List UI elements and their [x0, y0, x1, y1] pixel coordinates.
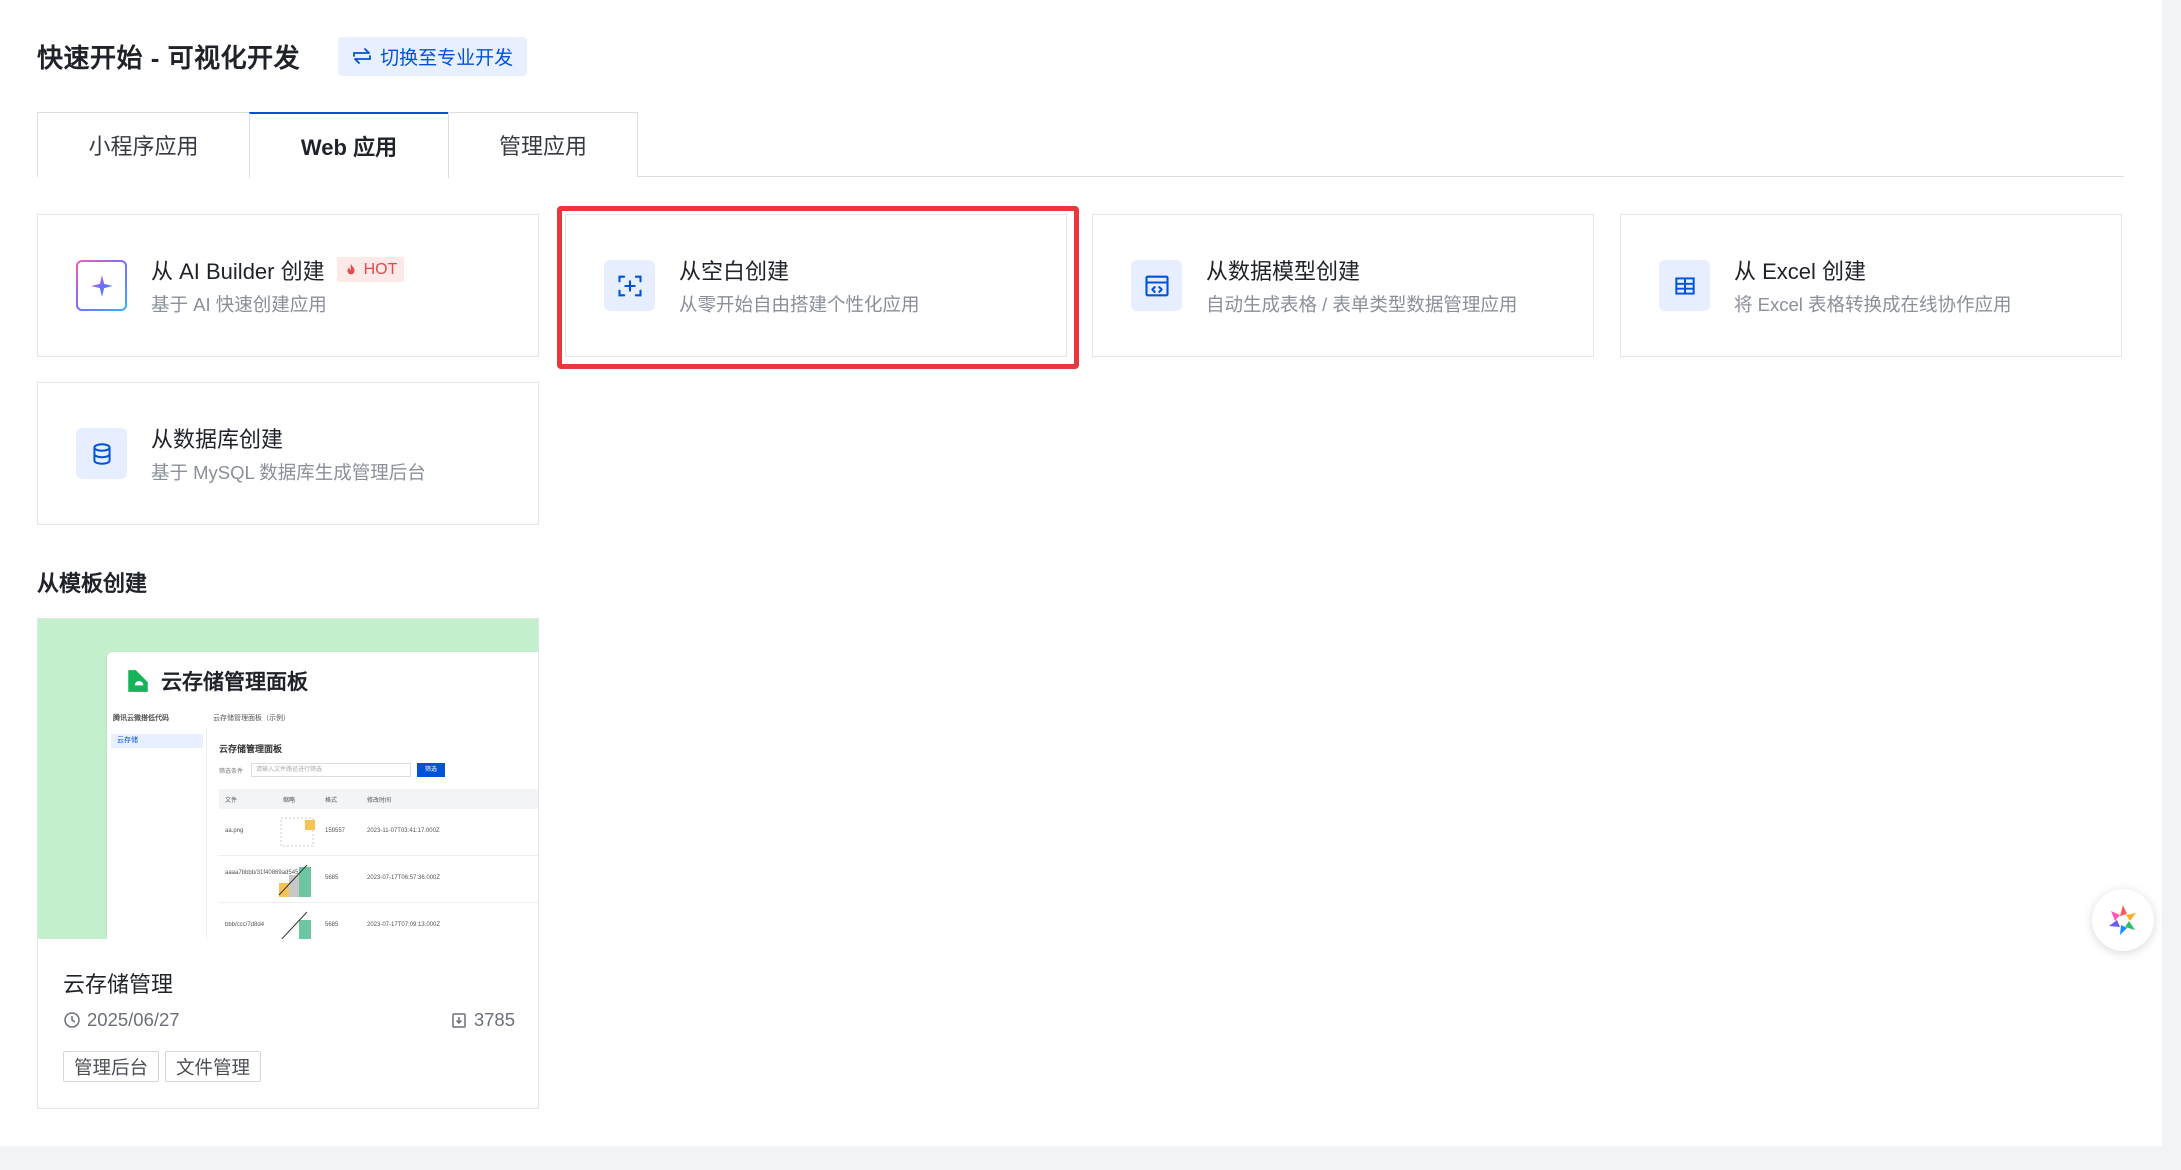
page: 快速开始 - 可视化开发 切换至专业开发 小程序应用 Web 应用 管理应用 从…	[0, 0, 2162, 1146]
app-logo-icon	[128, 670, 148, 692]
download-icon	[452, 1013, 466, 1028]
preview-table-row: aaaa7bbbb/31f40869ad545... 5685 2023-07-…	[219, 857, 538, 903]
card-title: 从数据库创建	[151, 426, 284, 452]
preview-table-row: bbb/ccc/7d8d4 5685 2023-07-17T07:09:13.0…	[219, 904, 538, 939]
flame-icon	[347, 263, 355, 274]
switch-label: 切换至专业开发	[380, 47, 514, 69]
template-thumbnail: 云存储管理面板 腾讯云微搭低代码 云存储管理面板（示例） 云存储 云存储管理面板…	[38, 619, 538, 939]
app-type-tabs: 小程序应用 Web 应用 管理应用	[37, 112, 2124, 178]
data-model-icon	[1131, 260, 1182, 311]
tag[interactable]: 文件管理	[165, 1051, 262, 1082]
header: 快速开始 - 可视化开发 切换至专业开发	[37, 36, 528, 76]
create-from-blank-card[interactable]: 从空白创建 从零开始自由搭建个性化应用	[565, 214, 1067, 357]
page-title: 快速开始 - 可视化开发	[37, 42, 301, 73]
card-title: 从 AI Builder 创建	[151, 258, 325, 284]
template-date: 2025/06/27	[87, 1009, 180, 1030]
card-title: 从数据模型创建	[1206, 258, 1361, 284]
preview-table-row: aa.png 159557 2023-11-07T03:41:17.000Z	[219, 810, 538, 856]
clock-icon	[64, 1012, 80, 1028]
tab-admin-app[interactable]: 管理应用	[448, 112, 638, 177]
card-title: 从 Excel 创建	[1734, 258, 1867, 284]
create-from-excel-card[interactable]: 从 Excel 创建 将 Excel 表格转换成在线协作应用	[1620, 214, 2122, 357]
preview-sidebar-item: 云存储	[111, 734, 203, 748]
card-desc: 自动生成表格 / 表单类型数据管理应用	[1206, 293, 1518, 315]
thumbnail-image	[281, 911, 311, 939]
card-desc: 基于 AI 快速创建应用	[151, 293, 327, 315]
preview-topbar: 腾讯云微搭低代码 云存储管理面板（示例）	[113, 715, 290, 722]
sparkle-icon	[76, 260, 127, 311]
database-icon	[76, 428, 127, 479]
tab-web-app[interactable]: Web 应用	[249, 112, 449, 178]
template-usage-count: 3785	[473, 1009, 515, 1030]
create-from-database-card[interactable]: 从数据库创建 基于 MySQL 数据库生成管理后台	[37, 382, 539, 525]
create-from-data-model-card[interactable]: 从数据模型创建 自动生成表格 / 表单类型数据管理应用	[1092, 214, 1594, 357]
templates-section-title: 从模板创建	[37, 571, 148, 596]
card-desc: 从零开始自由搭建个性化应用	[679, 293, 920, 315]
template-meta: 2025/06/27 3785	[63, 1008, 515, 1032]
create-from-ai-builder-card[interactable]: 从 AI Builder 创建 HOT 基于 AI 快速创建应用	[37, 214, 539, 357]
card-title: 从空白创建	[679, 258, 790, 284]
template-card-cloud-storage[interactable]: 云存储管理面板 腾讯云微搭低代码 云存储管理面板（示例） 云存储 云存储管理面板…	[37, 618, 539, 1109]
card-desc: 基于 MySQL 数据库生成管理后台	[151, 461, 426, 483]
thumbnail-image	[278, 864, 311, 897]
assistant-logo-icon	[2109, 905, 2136, 935]
preview-table-header: 文件 缩略 格式 修改时间	[219, 789, 538, 809]
table-grid-icon	[1659, 260, 1710, 311]
template-tags: 管理后台 文件管理	[63, 1051, 267, 1082]
preview-title: 云存储管理面板	[125, 666, 308, 696]
card-desc: 将 Excel 表格转换成在线协作应用	[1734, 293, 2012, 315]
preview-main: 云存储管理面板 筛选条件 请输入文件路径进行筛选 筛选 文件 缩略 格式 修改时…	[207, 728, 538, 939]
blank-frame-plus-icon	[604, 260, 655, 311]
switch-to-pro-button[interactable]: 切换至专业开发	[338, 36, 528, 76]
preview-window: 云存储管理面板 腾讯云微搭低代码 云存储管理面板（示例） 云存储 云存储管理面板…	[107, 652, 538, 939]
template-name: 云存储管理	[63, 972, 174, 997]
hot-badge: HOT	[336, 257, 405, 282]
assistant-float-button[interactable]	[2092, 889, 2154, 951]
thumbnail-image	[280, 817, 315, 847]
tag[interactable]: 管理后台	[63, 1051, 160, 1082]
tab-miniprogram[interactable]: 小程序应用	[37, 112, 250, 177]
preview-sidebar: 云存储	[107, 728, 207, 939]
switch-arrows-icon	[350, 44, 374, 68]
